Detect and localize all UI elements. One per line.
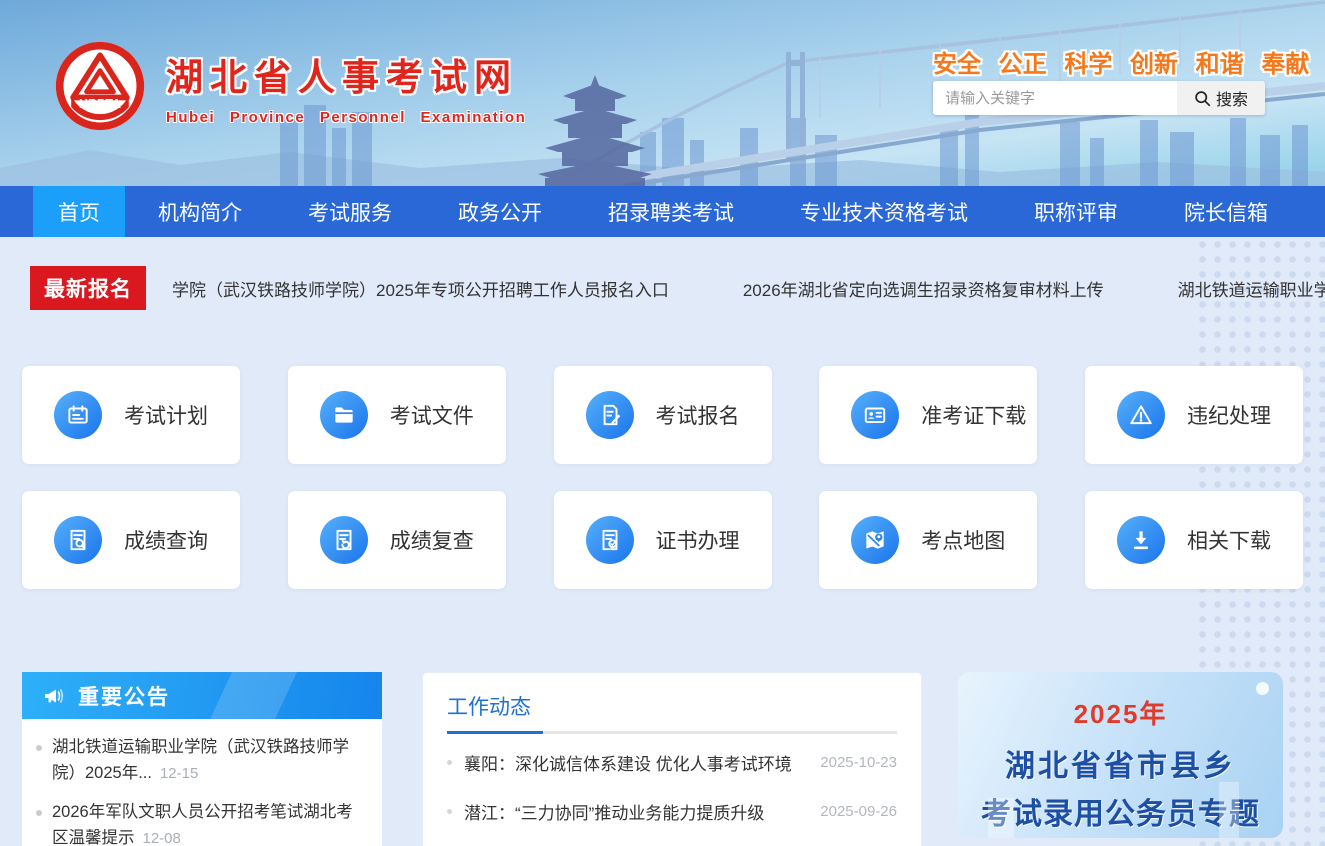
ticker-link[interactable]: 学院（武汉铁路技师学院）2025年专项公开招聘工作人员报名入口 (172, 276, 669, 301)
service-label: 相关下载 (1187, 525, 1271, 555)
nav-item-gov-affairs[interactable]: 政务公开 (425, 186, 575, 237)
ticker-link[interactable]: 2026年湖北省定向选调生招录资格复审材料上传 (743, 276, 1104, 301)
announcements-title: 重要公告 (78, 681, 170, 711)
warning-icon (1117, 391, 1165, 439)
service-exam-registration[interactable]: 考试报名 (554, 366, 772, 464)
download-icon (1117, 516, 1165, 564)
services-grid-row1: 考试计划 考试文件 考试报名 (22, 366, 1303, 464)
ticker-link[interactable]: 湖北铁道运输职业学 (1178, 276, 1325, 301)
announcements-header: 重要公告 (22, 672, 382, 719)
work-news-title[interactable]: 工作动态 (447, 691, 531, 731)
service-score-recheck[interactable]: 成绩复查 (288, 491, 506, 589)
announcement-date: 12-08 (143, 830, 181, 846)
service-related-downloads[interactable]: 相关下载 (1085, 491, 1303, 589)
bullet-dot (447, 760, 452, 765)
bullet-dot (447, 809, 452, 814)
service-label: 考试报名 (656, 400, 740, 430)
registration-icon (586, 391, 634, 439)
service-score-inquiry[interactable]: 成绩查询 (22, 491, 240, 589)
news-text: 襄阳：深化诚信体系建设 优化人事考试环境 (464, 750, 806, 775)
site-title: 湖北省人事考试网 (166, 47, 526, 101)
important-announcements-panel: 重要公告 湖北铁道运输职业学院（武汉铁路技师学院）2025年...12-15 2… (22, 672, 382, 846)
service-label: 成绩查询 (124, 525, 208, 555)
bullet-dot (36, 745, 42, 751)
header-banner: HBPTA 湖北省人事考试网 Hubei Province Personnel … (0, 0, 1325, 186)
work-news-panel: 工作动态 襄阳：深化诚信体系建设 优化人事考试环境 2025-10-23 潜江：… (422, 672, 922, 846)
hbpta-logo: HBPTA (52, 38, 148, 134)
services-grid-row2: 成绩查询 成绩复查 证书办理 (22, 491, 1303, 589)
nav-item-about[interactable]: 机构简介 (125, 186, 275, 237)
ticker-items: 学院（武汉铁路技师学院）2025年专项公开招聘工作人员报名入口 2026年湖北省… (172, 276, 1325, 301)
announcement-item[interactable]: 2026年军队文职人员公开招考笔试湖北考区温馨提示12-08 (36, 800, 364, 846)
service-label: 证书办理 (656, 525, 740, 555)
service-label: 考试文件 (390, 400, 474, 430)
news-item[interactable]: 襄阳：“三维”精准发力提升人才评价服... 2025-09-17 (447, 836, 897, 846)
nav-item-exam-services[interactable]: 考试服务 (275, 186, 425, 237)
service-exam-plan[interactable]: 考试计划 (22, 366, 240, 464)
service-label: 考试计划 (124, 400, 208, 430)
service-violation-handling[interactable]: 违纪处理 (1085, 366, 1303, 464)
site-subtitle: Hubei Province Personnel Examination (166, 109, 526, 126)
score-recheck-icon (320, 516, 368, 564)
certificate-icon (586, 516, 634, 564)
nav-item-title-review[interactable]: 职称评审 (1001, 186, 1151, 237)
nav-item-director-mailbox[interactable]: 院长信箱 (1151, 186, 1301, 237)
announcement-text: 2026年军队文职人员公开招考笔试湖北考区温馨提示 (52, 803, 353, 846)
announcements-list: 湖北铁道运输职业学院（武汉铁路技师学院）2025年...12-15 2026年军… (22, 719, 382, 846)
slogan-text: 安全 公正 科学 创新 和谐 奉献 (933, 44, 1265, 79)
announcement-text: 湖北铁道运输职业学院（武汉铁路技师学院）2025年... (52, 738, 349, 782)
banner-building-shape (1219, 782, 1239, 838)
search-button[interactable]: 搜索 (1177, 81, 1265, 115)
score-search-icon (54, 516, 102, 564)
service-exam-documents[interactable]: 考试文件 (288, 366, 506, 464)
admit-card-icon (851, 391, 899, 439)
news-date: 2025-10-23 (820, 754, 897, 771)
news-title-underline (447, 731, 897, 734)
banner-building-shape (988, 798, 1014, 838)
service-label: 违纪处理 (1187, 400, 1271, 430)
calendar-icon (54, 391, 102, 439)
latest-registration-ticker: 最新报名 学院（武汉铁路技师学院）2025年专项公开招聘工作人员报名入口 202… (30, 266, 1325, 310)
page: HBPTA 湖北省人事考试网 Hubei Province Personnel … (0, 0, 1325, 846)
search-input[interactable] (933, 81, 1177, 115)
ticker-badge: 最新报名 (30, 266, 146, 310)
bullet-dot (36, 810, 42, 816)
banner-title-line1: 湖北省省市县乡 (958, 741, 1283, 785)
service-label: 成绩复查 (390, 525, 474, 555)
news-date: 2025-09-26 (820, 803, 897, 820)
nav-item-home[interactable]: 首页 (33, 186, 125, 237)
nav-item-professional-exams[interactable]: 专业技术资格考试 (767, 186, 1001, 237)
banner-year: 2025年 (958, 694, 1283, 731)
svg-text:HBPTA: HBPTA (79, 97, 121, 111)
news-text: 潜江：“三力协同”推动业务能力提质升级 (464, 799, 806, 824)
megaphone-icon (42, 684, 66, 708)
search-button-label: 搜索 (1216, 86, 1248, 110)
search-icon (1194, 90, 1211, 107)
civil-servant-exam-banner[interactable]: 2025年 湖北省省市县乡 考试录用公务员专题 (958, 672, 1283, 838)
main-nav: 首页 机构简介 考试服务 政务公开 招录聘类考试 专业技术资格考试 职称评审 院… (0, 186, 1325, 237)
news-item[interactable]: 襄阳：深化诚信体系建设 优化人事考试环境 2025-10-23 (447, 738, 897, 787)
service-label: 准考证下载 (921, 400, 1026, 430)
nav-item-recruitment-exams[interactable]: 招录聘类考试 (575, 186, 767, 237)
banner-decoration-circle (1256, 682, 1269, 695)
site-brand[interactable]: HBPTA 湖北省人事考试网 Hubei Province Personnel … (52, 38, 526, 134)
search-bar: 搜索 (933, 81, 1265, 115)
announcement-item[interactable]: 湖北铁道运输职业学院（武汉铁路技师学院）2025年...12-15 (36, 735, 364, 786)
service-certificate-processing[interactable]: 证书办理 (554, 491, 772, 589)
folder-icon (320, 391, 368, 439)
service-label: 考点地图 (921, 525, 1005, 555)
announcement-date: 12-15 (160, 765, 198, 782)
service-exam-site-map[interactable]: 考点地图 (819, 491, 1037, 589)
map-icon (851, 516, 899, 564)
service-admit-card-download[interactable]: 准考证下载 (819, 366, 1037, 464)
news-item[interactable]: 潜江：“三力协同”推动业务能力提质升级 2025-09-26 (447, 787, 897, 836)
